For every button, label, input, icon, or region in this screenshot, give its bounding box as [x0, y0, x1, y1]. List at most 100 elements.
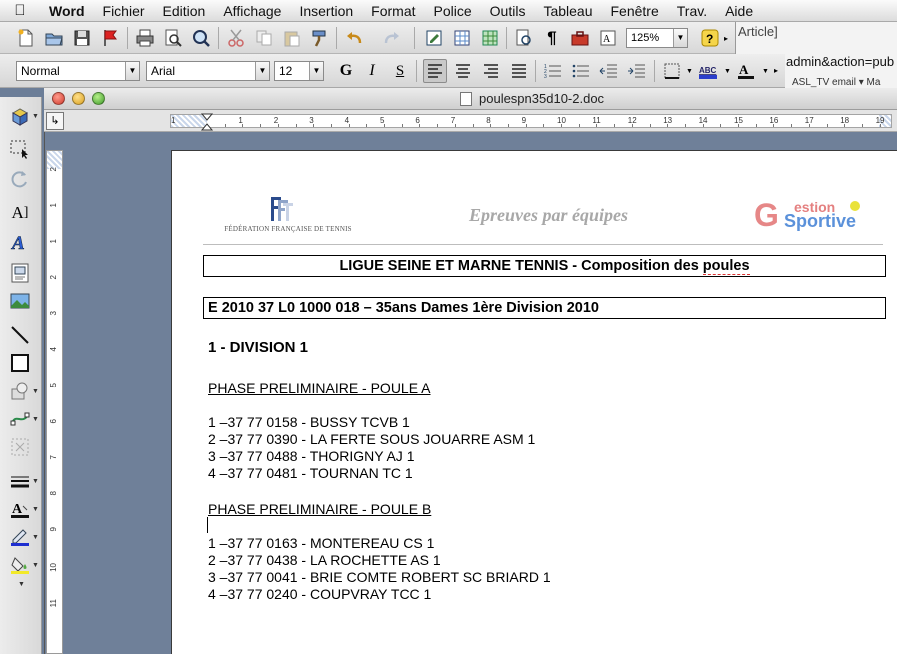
save-icon[interactable]	[70, 26, 94, 50]
menu-fenetre[interactable]: Fenêtre	[602, 3, 668, 19]
line-tool-icon[interactable]	[6, 323, 34, 347]
font-size-select[interactable]: 12 ▼	[274, 61, 324, 81]
borders-icon[interactable]	[660, 59, 684, 83]
borders-dropdown-icon[interactable]: ▼	[686, 68, 693, 75]
poule-b-team-1: 1 –37 77 0163 - MONTEREAU CS 1	[208, 535, 435, 551]
selection-tool-icon[interactable]	[6, 137, 34, 161]
picture-icon[interactable]	[6, 289, 34, 313]
underline-button[interactable]: S	[388, 59, 412, 83]
font-select[interactable]: Arial ▼	[146, 61, 270, 81]
undo-icon[interactable]	[342, 26, 366, 50]
ruler-number: 4	[49, 347, 58, 352]
tennis-ball-icon	[850, 201, 860, 211]
ruler-tick	[631, 124, 633, 127]
menu-insertion[interactable]: Insertion	[290, 3, 362, 19]
new-document-icon[interactable]	[14, 26, 38, 50]
ruler-tick	[507, 124, 509, 127]
ruler-tick	[260, 124, 262, 127]
highlight-icon[interactable]: ABC	[696, 59, 720, 83]
increase-indent-icon[interactable]	[625, 59, 649, 83]
text-tool-icon[interactable]: A]	[6, 201, 34, 225]
insert-table-icon[interactable]	[450, 26, 474, 50]
fill-color-icon[interactable]	[6, 553, 34, 577]
menu-format[interactable]: Format	[362, 3, 424, 19]
format-painter-icon[interactable]	[308, 26, 332, 50]
decrease-indent-icon[interactable]	[597, 59, 621, 83]
ruler-tick	[561, 124, 562, 127]
tab-selector-icon[interactable]: ↳	[46, 112, 64, 130]
numbered-list-icon[interactable]: 123	[541, 59, 565, 83]
document-map-icon[interactable]	[512, 26, 536, 50]
line-color-icon[interactable]	[6, 525, 34, 549]
menu-police[interactable]: Police	[425, 3, 481, 19]
bulleted-list-icon[interactable]	[569, 59, 593, 83]
toolbox-icon[interactable]	[568, 26, 592, 50]
copy-icon[interactable]	[252, 26, 276, 50]
flag-icon[interactable]	[98, 26, 122, 50]
menu-affichage[interactable]: Affichage	[214, 3, 290, 19]
ruler-tick	[773, 124, 775, 127]
rectangle-tool-icon[interactable]	[6, 351, 34, 375]
justify-icon[interactable]	[507, 59, 531, 83]
poule-a-heading: PHASE PRELIMINAIRE - POULE A	[208, 380, 431, 396]
help-icon[interactable]: ?	[698, 26, 722, 50]
menu-aide[interactable]: Aide	[716, 3, 762, 19]
svg-text:A: A	[603, 34, 611, 45]
font-color-dropdown-icon[interactable]: ▼	[762, 68, 769, 75]
font-color-icon[interactable]: A	[734, 59, 758, 83]
close-window-icon[interactable]	[52, 92, 65, 105]
vertical-ruler[interactable]: 2 1 1 2 3 4 5 6 7 8 9 10 11	[46, 150, 63, 654]
style-select[interactable]: Normal ▼	[16, 61, 140, 81]
paste-icon[interactable]	[280, 26, 304, 50]
connectors-icon[interactable]	[6, 407, 34, 431]
format-overflow-icon[interactable]: ▸	[774, 66, 778, 75]
bold-button[interactable]: G	[334, 59, 358, 83]
ruler-tick	[649, 124, 651, 127]
line-style-icon[interactable]	[6, 469, 34, 493]
clip-art-icon[interactable]	[6, 261, 34, 285]
poule-b-team-4: 4 –37 77 0240 - COUPVRAY TCC 1	[208, 586, 432, 602]
text-box-icon[interactable]: A	[596, 26, 620, 50]
autoshapes-icon[interactable]	[6, 379, 34, 403]
zoom-select[interactable]: 125% ▼	[626, 28, 688, 48]
zoom-window-icon[interactable]	[92, 92, 105, 105]
rotate-tool-icon[interactable]	[6, 167, 34, 191]
edit-document-icon[interactable]	[422, 26, 446, 50]
svg-text:A: A	[11, 233, 25, 252]
align-left-icon[interactable]	[423, 59, 447, 83]
indent-marker-icon[interactable]	[201, 113, 213, 131]
menu-edition[interactable]: Edition	[154, 3, 215, 19]
ruler-tick	[525, 124, 527, 127]
print-icon[interactable]	[133, 26, 157, 50]
apple-menu-icon[interactable]: 	[0, 2, 40, 19]
standard-toolbar: ¶ A 125% ▼ ? ▸	[0, 22, 740, 54]
italic-button[interactable]: I	[360, 59, 384, 83]
minimize-window-icon[interactable]	[72, 92, 85, 105]
menu-fichier[interactable]: Fichier	[94, 3, 154, 19]
group-objects-icon[interactable]	[6, 435, 34, 459]
palette-font-color-icon[interactable]: A	[6, 497, 34, 521]
document-page[interactable]: FÉDÉRATION FRANÇAISE DE TENNIS Epreuves …	[171, 150, 897, 654]
excel-table-icon[interactable]	[478, 26, 502, 50]
zoom-magnifier-icon[interactable]	[189, 26, 213, 50]
menu-trav[interactable]: Trav.	[668, 3, 716, 19]
menu-outils[interactable]: Outils	[481, 3, 535, 19]
pilcrow-icon[interactable]: ¶	[540, 26, 564, 50]
open-folder-icon[interactable]	[42, 26, 66, 50]
print-preview-icon[interactable]	[161, 26, 185, 50]
menu-tableau[interactable]: Tableau	[534, 3, 601, 19]
align-center-icon[interactable]	[451, 59, 475, 83]
align-right-icon[interactable]	[479, 59, 503, 83]
header-divider	[203, 244, 883, 245]
app-menu[interactable]: Word	[40, 3, 94, 19]
ruler-tick	[295, 124, 297, 127]
ruler-tick	[543, 124, 545, 127]
redo-icon[interactable]	[380, 26, 404, 50]
competition-code-box: E 2010 37 L0 1000 018 – 35ans Dames 1ère…	[203, 297, 886, 319]
cut-icon[interactable]	[224, 26, 248, 50]
object-palette-icon[interactable]	[6, 105, 34, 129]
highlight-dropdown-icon[interactable]: ▼	[724, 68, 731, 75]
toolbar-overflow-icon[interactable]: ▸	[724, 34, 728, 43]
wordart-icon[interactable]: A	[6, 229, 34, 253]
horizontal-ruler[interactable]: 1 1 2 3 4 5 6 7 8 9 10 11 12 13 14 15 16 17 18 19	[170, 113, 892, 131]
